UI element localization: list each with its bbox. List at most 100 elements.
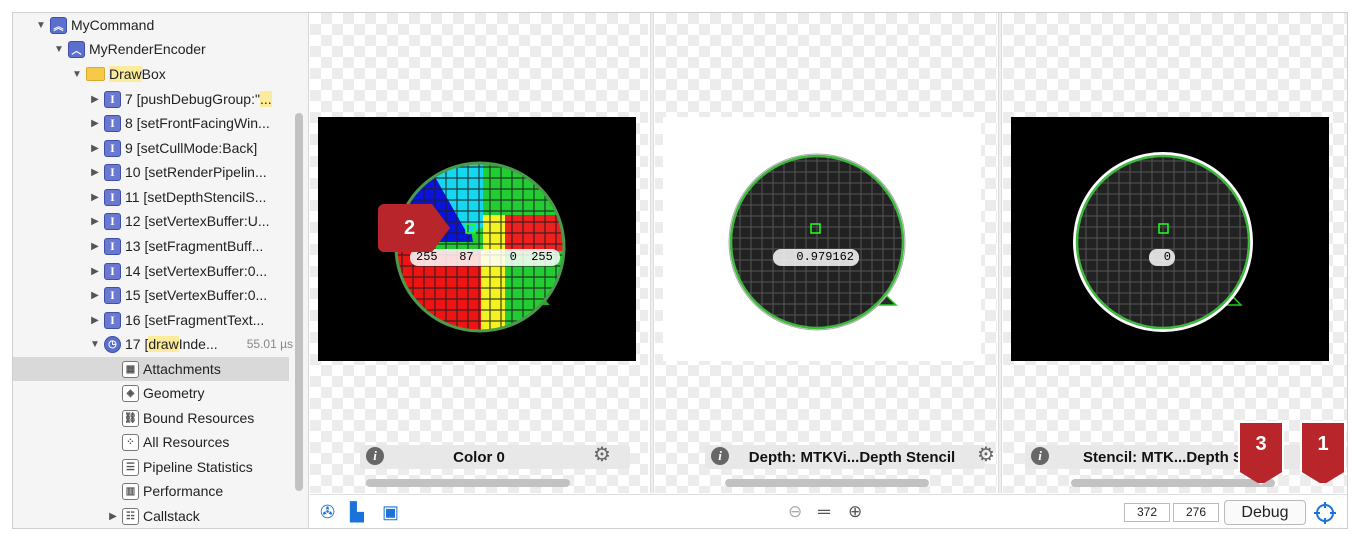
pane-divider[interactable] (650, 13, 654, 493)
tree-item-drawbox[interactable]: ▼ DrawBox (71, 62, 308, 86)
tree-item-myrenderencoder[interactable]: ▼ ︿ MyRenderEncoder (53, 37, 308, 61)
pane-horizontal-scrollbar[interactable] (366, 479, 570, 487)
disclosure-closed-icon[interactable]: ▶ (89, 241, 101, 252)
tree-item-label: MyRenderEncoder (89, 41, 206, 57)
tree-item-label: Bound Resources (143, 410, 255, 426)
api-call-icon: I (104, 139, 121, 157)
attachments-icon: ▦ (122, 360, 139, 378)
draw-call-clock-icon: ◷ (104, 335, 121, 353)
attachments-grid-icon[interactable]: ▙ (350, 503, 364, 521)
disclosure-open-icon[interactable]: ▼ (53, 44, 65, 55)
aperture-icon[interactable]: ✇ (320, 503, 335, 521)
tree-item-label: 7 [pushDebugGroup:"... (125, 91, 272, 107)
pixel-value-readout: 255 87 0 255 (410, 249, 560, 266)
tree-item-all-resources[interactable]: ⁘ All Resources (119, 430, 308, 454)
draw-duration: 55.01 µs (246, 337, 293, 351)
disclosure-open-icon[interactable]: ▼ (71, 69, 83, 80)
attachment-name: Depth: MTKVi...Depth Stencil (748, 449, 956, 466)
disclosure-closed-icon[interactable]: ▶ (89, 216, 101, 227)
zoom-in-icon[interactable]: ⊕ (848, 503, 862, 520)
tree-item-call-15[interactable]: ▶ I 15 [setVertexBuffer:0... (89, 283, 308, 307)
disclosure-closed-icon[interactable]: ▶ (89, 94, 101, 105)
tree-item-attachments[interactable]: ▦ Attachments (13, 357, 289, 381)
pane-divider[interactable] (998, 13, 1002, 493)
tree-item-call-17-draw[interactable]: ▼ ◷ 17 [drawInde... 55.01 µs (89, 332, 299, 356)
tree-item-call-9[interactable]: ▶ I 9 [setCullMode:Back] (89, 136, 308, 160)
tree-item-label: Callstack (143, 508, 200, 524)
api-call-icon: I (104, 237, 121, 255)
disclosure-open-icon[interactable]: ▼ (89, 339, 101, 350)
tree-item-label: 13 [setFragmentBuff... (125, 238, 264, 254)
pipeline-statistics-icon: ☰ (122, 458, 139, 476)
sidebar-scrollbar[interactable] (295, 113, 303, 491)
info-icon[interactable]: i (1031, 447, 1049, 465)
attachment-pane-color[interactable]: 255 87 0 255 i Color 0 ⚙ (310, 13, 648, 493)
api-call-icon: I (104, 311, 121, 329)
tree-item-label: Pipeline Statistics (143, 459, 253, 475)
disclosure-open-icon[interactable]: ▼ (35, 20, 47, 31)
disclosure-closed-icon[interactable]: ▶ (107, 511, 119, 522)
tree-item-label: 15 [setVertexBuffer:0... (125, 287, 268, 303)
disclosure-closed-icon[interactable]: ▶ (89, 143, 101, 154)
gpu-frame-debugger-window: ▼ ︽ MyCommand ▼ ︿ MyRenderEncoder ▼ Draw… (12, 12, 1348, 529)
render-encoder-icon: ︿ (68, 40, 85, 58)
tree-item-call-13[interactable]: ▶ I 13 [setFragmentBuff... (89, 234, 308, 258)
pixel-inspector-crosshair-icon[interactable] (1313, 501, 1337, 525)
tree-item-call-16[interactable]: ▶ I 16 [setFragmentText... (89, 308, 308, 332)
tree-item-label: 12 [setVertexBuffer:U... (125, 213, 270, 229)
api-call-icon: I (104, 163, 121, 181)
disclosure-closed-icon[interactable]: ▶ (89, 266, 101, 277)
attachment-pane-depth[interactable]: 0.979162 i Depth: MTKVi...Depth Stencil … (655, 13, 997, 493)
tree-item-label: Geometry (143, 385, 205, 401)
disclosure-closed-icon[interactable]: ▶ (89, 290, 101, 301)
geometry-icon: ◈ (122, 384, 139, 402)
tree-item-label: 10 [setRenderPipelin... (125, 164, 267, 180)
api-call-icon: I (104, 90, 121, 108)
tree-item-call-12[interactable]: ▶ I 12 [setVertexBuffer:U... (89, 209, 308, 233)
folder-icon (86, 67, 105, 81)
gear-icon[interactable]: ⚙ (977, 445, 995, 465)
gear-icon[interactable]: ⚙ (593, 445, 611, 465)
performance-chart-icon: ▥ (122, 482, 139, 500)
tree-item-label: 17 [drawInde... (125, 336, 218, 352)
tree-item-callstack[interactable]: ▶ ☷ Callstack (107, 504, 308, 528)
tree-item-bound-resources[interactable]: ⛓ Bound Resources (119, 406, 308, 430)
color-texture-view[interactable]: 255 87 0 255 (318, 117, 636, 361)
disclosure-closed-icon[interactable]: ▶ (89, 315, 101, 326)
tree-item-label: 14 [setVertexBuffer:0... (125, 263, 268, 279)
callstack-icon: ☷ (122, 507, 139, 525)
tree-item-label: 8 [setFrontFacingWin... (125, 115, 270, 131)
tree-item-mycommand[interactable]: ▼ ︽ MyCommand (35, 13, 308, 37)
tree-item-geometry[interactable]: ◈ Geometry (119, 381, 308, 405)
tree-item-call-8[interactable]: ▶ I 8 [setFrontFacingWin... (89, 111, 308, 135)
api-call-icon: I (104, 262, 121, 280)
stencil-texture-view[interactable]: 0 (1011, 117, 1329, 361)
disclosure-closed-icon[interactable]: ▶ (89, 118, 101, 129)
debug-button[interactable]: Debug (1224, 500, 1306, 525)
disclosure-closed-icon[interactable]: ▶ (89, 167, 101, 178)
api-call-icon: I (104, 114, 121, 132)
tree-item-performance[interactable]: ▥ Performance (119, 479, 308, 503)
api-call-icon: I (104, 212, 121, 230)
tree-item-pipeline-statistics[interactable]: ☰ Pipeline Statistics (119, 455, 308, 479)
tree-item-call-10[interactable]: ▶ I 10 [setRenderPipelin... (89, 160, 308, 184)
tree-item-label: Attachments (143, 361, 221, 377)
zoom-out-icon[interactable]: ⊖ (788, 503, 802, 520)
pane-horizontal-scrollbar[interactable] (725, 479, 929, 487)
pixel-y-coordinate[interactable]: 276 (1173, 503, 1219, 522)
tree-item-label: 16 [setFragmentText... (125, 312, 265, 328)
tree-item-call-14[interactable]: ▶ I 14 [setVertexBuffer:0... (89, 259, 308, 283)
command-buffer-icon: ︽ (50, 16, 67, 34)
bound-resources-icon: ⛓ (122, 409, 139, 427)
tree-item-call-11[interactable]: ▶ I 11 [setDepthStencilS... (89, 185, 308, 209)
disclosure-closed-icon[interactable]: ▶ (89, 192, 101, 203)
attachment-pane-stencil[interactable]: 0 i Stencil: MTK...Depth S (1003, 13, 1347, 493)
tree-item-label: Performance (143, 483, 224, 499)
pixel-x-coordinate[interactable]: 372 (1124, 503, 1170, 522)
device-view-icon[interactable]: ▣ (382, 503, 399, 521)
tree-item-call-7[interactable]: ▶ I 7 [pushDebugGroup:"... (89, 87, 308, 111)
depth-texture-view[interactable]: 0.979162 (663, 117, 981, 361)
pane-horizontal-scrollbar[interactable] (1071, 479, 1275, 487)
zoom-fit-icon[interactable]: ═ (818, 503, 830, 520)
api-call-icon: I (104, 286, 121, 304)
